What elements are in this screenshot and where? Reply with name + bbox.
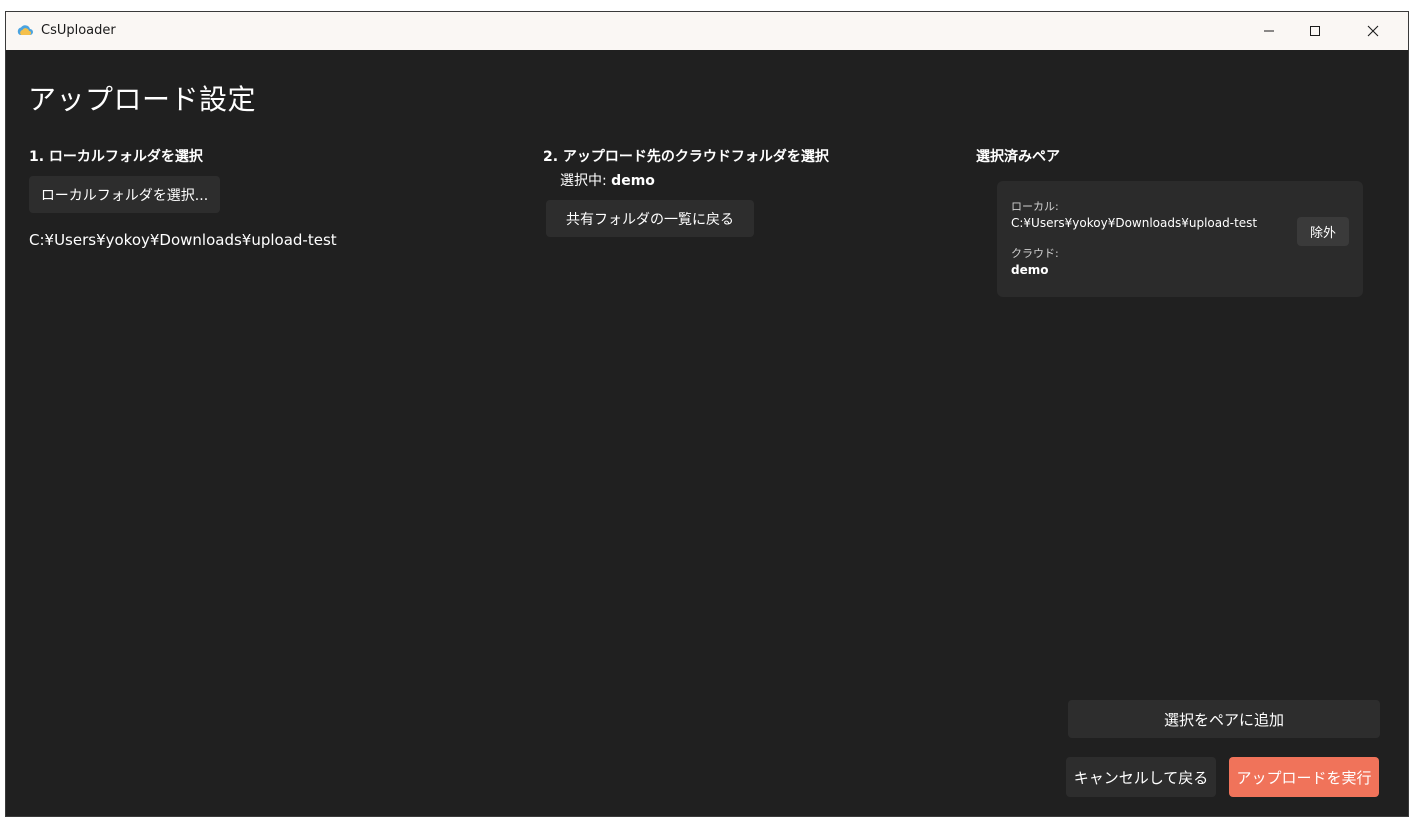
close-icon xyxy=(1367,25,1379,37)
cloud-selected-value: demo xyxy=(611,173,655,189)
select-local-folder-button[interactable]: ローカルフォルダを選択... xyxy=(29,176,220,213)
page-title: アップロード設定 xyxy=(28,83,257,116)
local-section-heading: 1. ローカルフォルダを選択 xyxy=(29,149,203,165)
local-folder-path: C:¥Users¥yokoy¥Downloads¥upload-test xyxy=(29,231,337,249)
maximize-icon xyxy=(1310,26,1320,36)
pairs-section-heading: 選択済みペア xyxy=(976,149,1060,165)
window-title: CsUploader xyxy=(41,23,116,38)
pair-local-label: ローカル: xyxy=(1011,200,1059,213)
run-upload-button[interactable]: アップロードを実行 xyxy=(1229,757,1379,797)
app-window: CsUploader アップロード設定 1. ローカルフォルダを選択 ローカルフ… xyxy=(5,11,1409,817)
main-content: アップロード設定 1. ローカルフォルダを選択 ローカルフォルダを選択... C… xyxy=(6,50,1408,816)
minimize-button[interactable] xyxy=(1246,12,1292,50)
maximize-button[interactable] xyxy=(1292,12,1338,50)
pair-local-value: C:¥Users¥yokoy¥Downloads¥upload-test xyxy=(1011,216,1258,230)
minimize-icon xyxy=(1264,30,1274,32)
title-bar[interactable]: CsUploader xyxy=(6,12,1408,50)
cloud-selected-label: 選択中: xyxy=(560,173,612,189)
pair-cloud-label: クラウド: xyxy=(1011,247,1059,260)
cancel-and-return-button[interactable]: キャンセルして戻る xyxy=(1066,757,1216,797)
back-to-shared-folders-button[interactable]: 共有フォルダの一覧に戻る xyxy=(546,200,754,237)
cloud-section-heading: 2. アップロード先のクラウドフォルダを選択 xyxy=(543,149,829,165)
cloud-selected-indicator: 選択中: demo xyxy=(560,170,655,190)
pair-cloud-value: demo xyxy=(1011,263,1049,277)
close-button[interactable] xyxy=(1350,12,1396,50)
add-selection-to-pair-button[interactable]: 選択をペアに追加 xyxy=(1068,700,1380,738)
cloud-icon xyxy=(16,22,34,40)
exclude-pair-button[interactable]: 除外 xyxy=(1297,217,1349,246)
pair-card: ローカル: C:¥Users¥yokoy¥Downloads¥upload-te… xyxy=(997,181,1363,297)
